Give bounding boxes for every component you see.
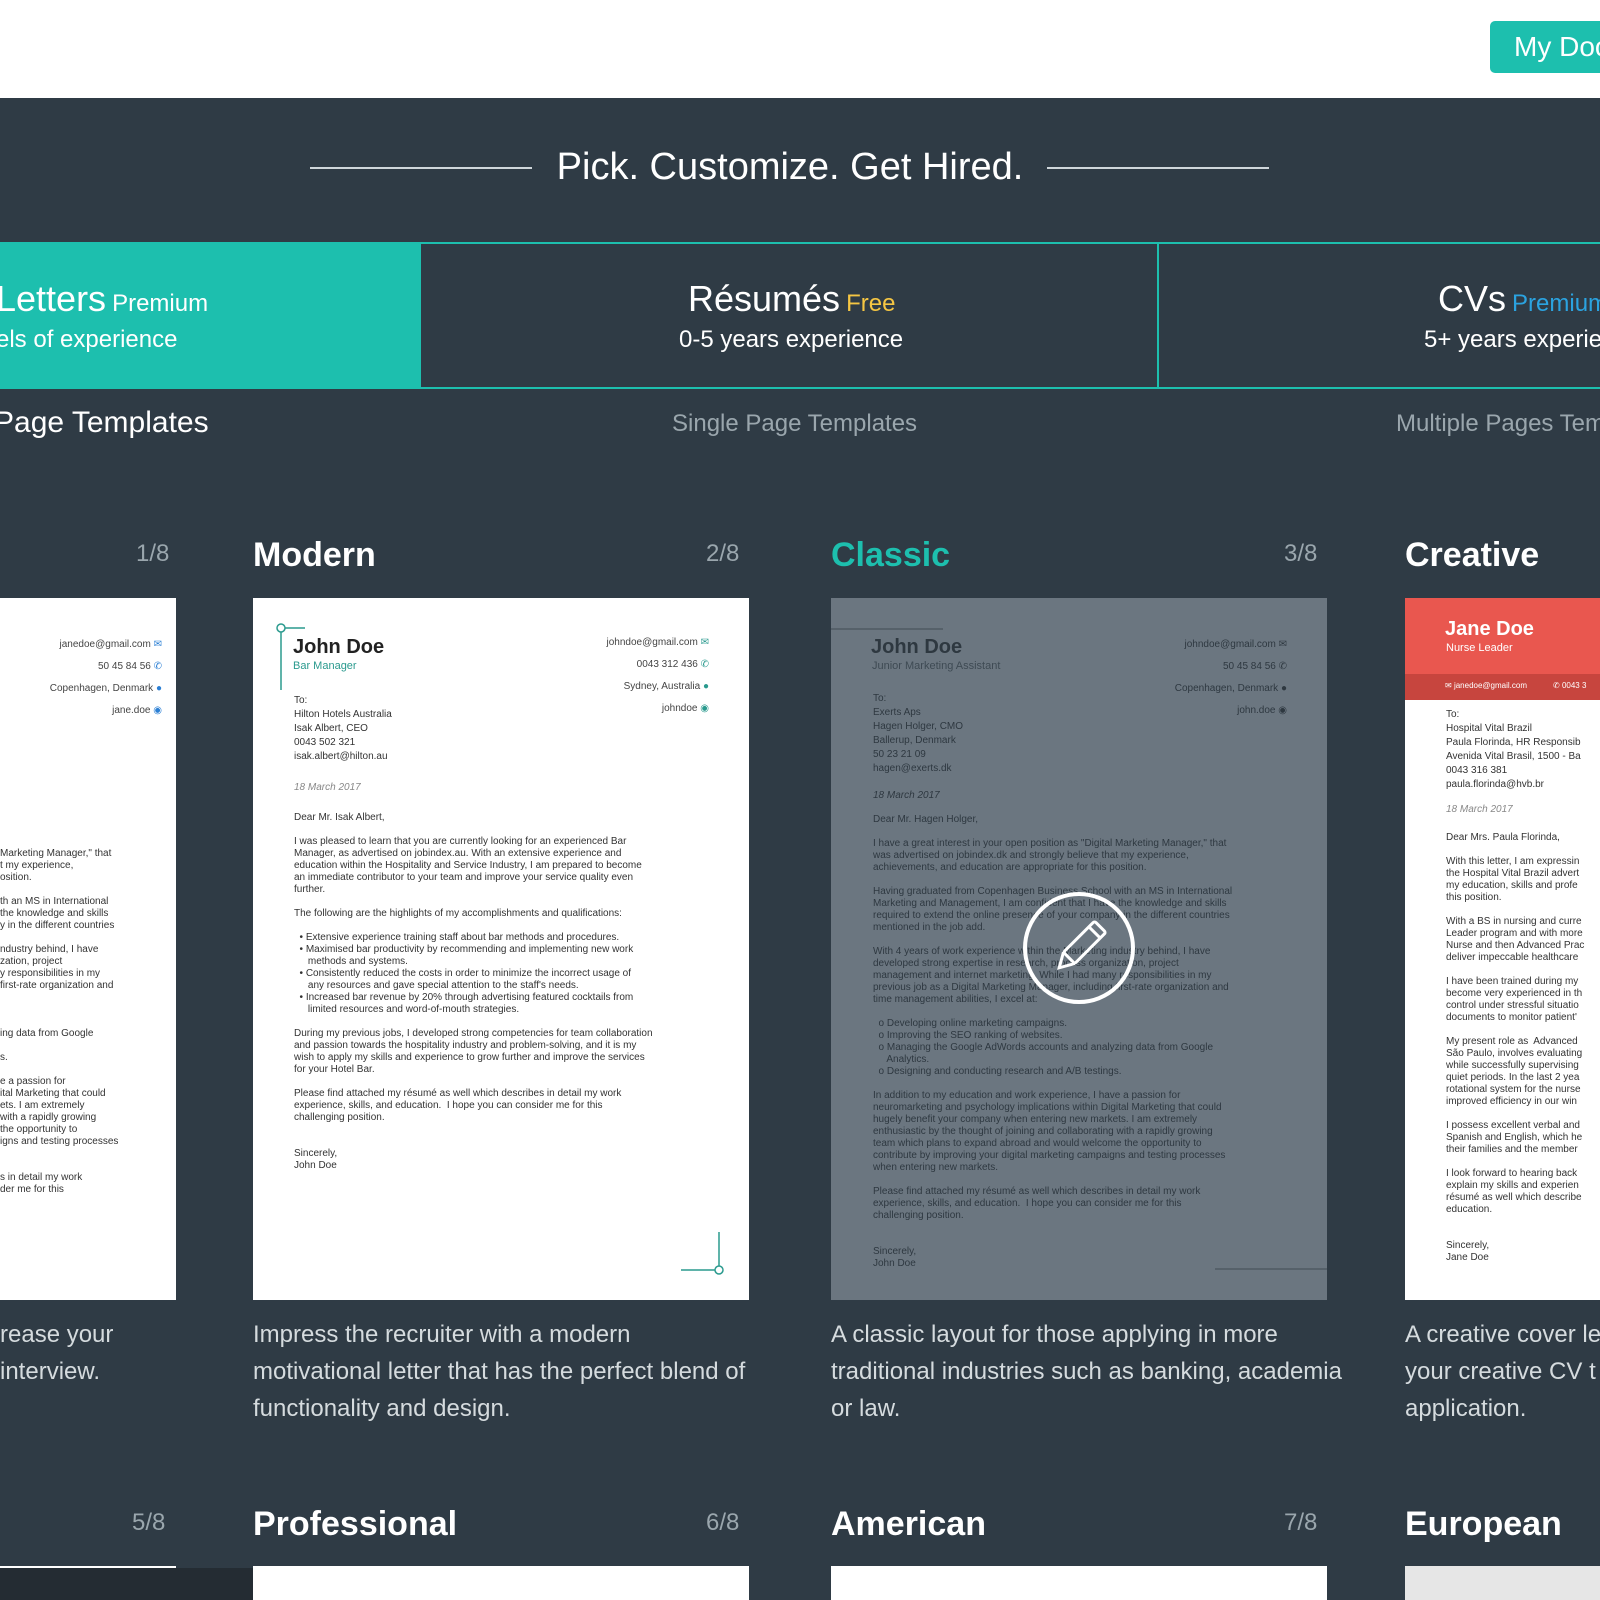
email-icon: ✉ (1445, 681, 1452, 690)
template-preview-american[interactable] (831, 1566, 1327, 1600)
template-preview-modern[interactable]: John Doe Bar Manager johndoe@gmail.com ✉… (253, 598, 749, 1300)
skype-icon: ◉ (153, 705, 162, 716)
corner-decoration (681, 1232, 724, 1275)
tab-letters-title: Letters Premium (0, 278, 209, 319)
skype-icon: ◉ (1278, 705, 1287, 716)
preview-role: Bar Manager (293, 660, 357, 672)
preview-body: Dear Mrs. Paula Florinda, With this lett… (1446, 832, 1585, 1263)
preview-date: 18 March 2017 (294, 782, 361, 793)
preview-name: John Doe (293, 636, 385, 658)
email-icon: ✉ (1278, 639, 1287, 650)
category-tabs: Letters Premium els of experience Résumés… (0, 242, 1600, 389)
card-title-professional[interactable]: Professional (253, 1505, 457, 1544)
card-index: 2/8 (706, 540, 740, 567)
tab-cvs[interactable]: CVs Premium 5+ years experien (1160, 244, 1600, 389)
band-email: ✉ janedoe@gmail.com (1445, 681, 1527, 690)
location-pin-icon: ● (702, 681, 709, 692)
phone-icon: ✆ (1278, 661, 1287, 672)
tab-resumes[interactable]: Résumés Free 0-5 years experience (420, 244, 1158, 389)
multiple-pages-templates-label: Multiple Pages Tem (1396, 410, 1600, 437)
preview-body: Marketing Manager," that t my experience… (0, 848, 119, 1195)
preview-date: 18 March 2017 (873, 790, 940, 801)
preview-name: John Doe (871, 636, 963, 658)
preview-role: Junior Marketing Assistant (872, 660, 1001, 672)
hero-line-left (310, 167, 532, 169)
edit-template-button[interactable] (1023, 892, 1135, 1004)
card-description-classic: A classic layout for those applying in m… (831, 1321, 1342, 1422)
phone-icon: ✆ (700, 659, 709, 670)
preview-recipient: To: Hospital Vital Brazil Paula Florinda… (1446, 709, 1581, 790)
location-pin-icon: ● (155, 683, 162, 694)
tab-divider (1157, 242, 1159, 389)
preview-date: 18 March 2017 (1446, 804, 1513, 815)
preview-recipient: To: Hilton Hotels Australia Isak Albert,… (294, 695, 392, 762)
preview-name: Jane Doe (1445, 618, 1534, 640)
preview-recipient: To: Exerts Aps Hagen Holger, CMO Balleru… (873, 693, 964, 774)
preview-role: Nurse Leader (1446, 642, 1513, 654)
email-icon: ✉ (153, 639, 162, 650)
tab-cvs-badge: Premium (1512, 290, 1600, 317)
template-preview-1[interactable]: janedoe@gmail.com ✉ 50 45 84 56 ✆ Copenh… (0, 598, 176, 1300)
preview-contact: johndoe@gmail.com ✉ 50 45 84 56 ✆ Copenh… (1174, 639, 1287, 716)
band-phone: ✆ 0043 3 (1553, 681, 1587, 690)
template-preview-creative[interactable]: Jane Doe Nurse Leader ✉ janedoe@gmail.co… (1405, 598, 1600, 1300)
hero-title: Pick. Customize. Get Hired. (556, 146, 1024, 188)
tab-divider (419, 242, 421, 389)
card-title-european[interactable]: European (1405, 1505, 1562, 1544)
card-title-creative[interactable]: Creative (1405, 536, 1539, 575)
card-index: 6/8 (706, 1509, 740, 1536)
card-index: 1/8 (136, 540, 170, 567)
template-preview-professional[interactable] (253, 1566, 749, 1600)
email-icon: ✉ (700, 637, 709, 648)
card-description-creative: A creative cover le your creative CV t app… (1405, 1321, 1600, 1422)
tab-resumes-badge: Free (846, 290, 896, 317)
card-index: 5/8 (132, 1509, 166, 1536)
tab-resumes-title: Résumés Free (688, 278, 896, 319)
preview-body: Dear Mr. Hagen Holger, I have a great in… (873, 814, 1233, 1269)
card-description-modern: Impress the recruiter with a modern motiv… (253, 1321, 746, 1422)
single-page-templates-label: Single Page Templates (672, 410, 918, 437)
card-title-american[interactable]: American (831, 1505, 986, 1544)
preview-contact: johndoe@gmail.com ✉ 0043 312 436 ✆ Sydne… (606, 637, 709, 714)
phone-icon: ✆ (153, 661, 162, 672)
my-documents-button[interactable]: My Doc (1490, 21, 1600, 73)
card-index: 7/8 (1284, 1509, 1318, 1536)
tab-cvs-title: CVs Premium (1438, 278, 1600, 320)
skype-icon: ◉ (700, 703, 709, 714)
template-preview-european[interactable] (1405, 1566, 1600, 1600)
card-title-modern[interactable]: Modern (253, 536, 376, 575)
tab-cvs-subtitle: 5+ years experien (1424, 326, 1600, 353)
top-rule (831, 628, 943, 630)
location-pin-icon: ● (1280, 683, 1287, 694)
preview-body: Dear Mr. Isak Albert, I was pleased to l… (294, 812, 653, 1171)
page-templates-label: Page Templates (0, 406, 209, 439)
tab-resumes-subtitle: 0-5 years experience (679, 326, 904, 353)
bottom-rule (1215, 1268, 1327, 1270)
tab-letters-subtitle: els of experience (0, 326, 178, 353)
tab-letters[interactable]: Letters Premium els of experience (0, 244, 420, 389)
phone-icon: ✆ (1553, 681, 1560, 690)
card-title-classic[interactable]: Classic (831, 536, 950, 575)
card-description: rease your interview. (0, 1321, 114, 1385)
top-bar: My Doc (0, 0, 1600, 98)
card-index: 3/8 (1284, 540, 1318, 567)
hero-line-right (1047, 167, 1269, 169)
tab-letters-badge: Premium (112, 290, 209, 317)
preview-contact: janedoe@gmail.com ✉ 50 45 84 56 ✆ Copenh… (49, 639, 162, 716)
pencil-icon (1057, 920, 1107, 970)
